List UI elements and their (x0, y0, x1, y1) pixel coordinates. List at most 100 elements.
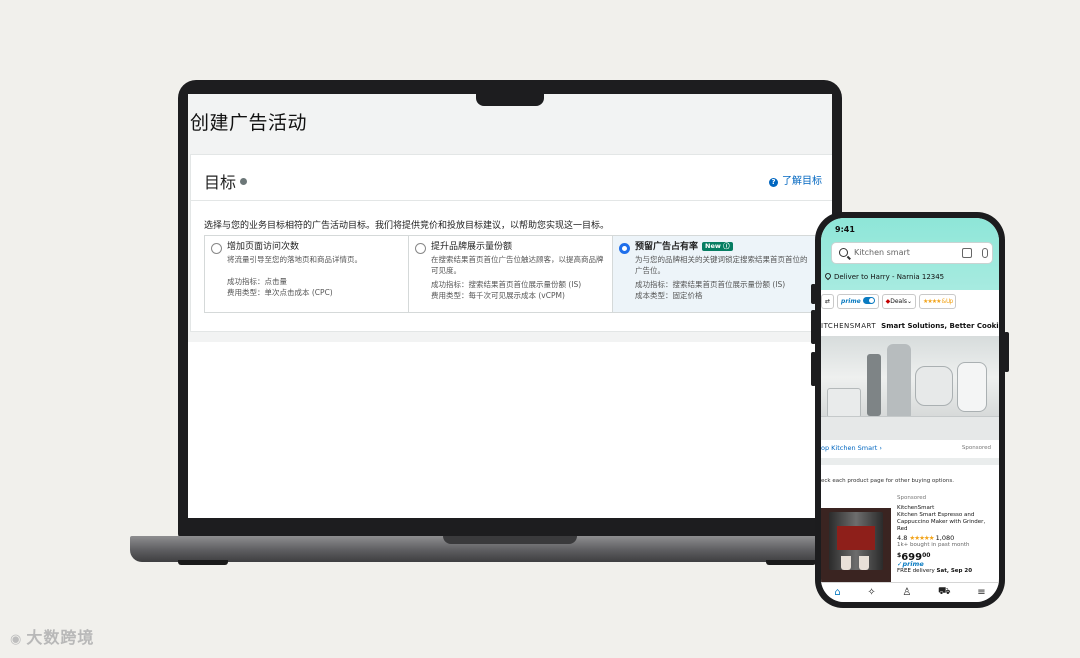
phone-volume-down (811, 310, 816, 344)
goal-option-reserve-share[interactable]: 预留广告占有率 New ⓘ 为与您的品牌相关的关键词锁定搜索结果首页首位的广告位。… (613, 236, 817, 312)
goal-option-impression-share[interactable]: 提升品牌展示量份额 在搜索结果首页首位广告位触达顾客，以提高商品牌可见度。 成功… (409, 236, 613, 312)
option-description: 将流量引导至您的落地页和商品详情页。 (227, 255, 362, 264)
option-title-row: 预留广告占有率 New ⓘ (635, 242, 811, 253)
goal-title-text: 目标 (204, 173, 237, 192)
microphone-icon[interactable] (982, 248, 988, 258)
phone-volume-up (811, 284, 816, 304)
laptop-notch (476, 80, 544, 106)
laptop-foot-left (178, 560, 228, 565)
status-time: 9:41 (835, 225, 855, 234)
search-input[interactable]: Kitchen smart (831, 242, 993, 264)
prime-badge: ✓prime (897, 561, 997, 568)
goal-option-page-visits[interactable]: 增加页面访问次数 将流量引导至您的落地页和商品详情页。 成功指标：点击量 费用类… (205, 236, 409, 312)
bottom-nav: ⌂ ✧ ♙ ⛟ ≡ (821, 582, 999, 602)
option-title: 预留广告占有率 (635, 242, 699, 252)
espresso-machine-front (837, 526, 875, 550)
cup-image (859, 556, 869, 570)
chevron-down-icon: ⌄ (907, 298, 913, 305)
cup-image (841, 556, 851, 570)
option-metric: 成功指标：搜索结果首页首位展示量份额 (IS) (635, 280, 786, 289)
product-brand: KitchenSmart (897, 505, 935, 511)
deliver-to[interactable]: Deliver to Harry - Narnia 12345 (823, 271, 945, 281)
product-rating: 4.8 ★★★★★ 1,080 (897, 535, 997, 542)
rating-chip[interactable]: ★★★★ & Up (919, 294, 957, 309)
goal-card: 目标 ? 了解目标 选择与您的业务目标相符的广告活动目标。我们将提供竞价和投放目标… (190, 154, 832, 332)
rating-stars: ★★★★★ (909, 534, 934, 542)
bought-count: 1k+ bought in past month (897, 542, 970, 548)
review-count: 1,080 (935, 534, 955, 542)
location-pin-icon (823, 271, 833, 281)
phone-side-button (811, 352, 816, 386)
buying-options-note: eck each product page for other buying o… (821, 478, 954, 484)
new-badge-label: New (705, 242, 721, 250)
rufus-icon[interactable]: ✧ (867, 587, 875, 598)
amazon-header: 9:41 Kitchen smart Deliver to Harry - Na… (821, 218, 999, 290)
option-cost: 成本类型：固定价格 (635, 291, 703, 300)
price-fraction: 00 (922, 552, 931, 559)
phone-power-button (1004, 332, 1009, 372)
deliver-text: Deliver to Harry - Narnia 12345 (834, 273, 945, 281)
product-sponsored: Sponsored (897, 495, 927, 501)
option-cost: 费用类型：每千次可见展示成本 (vCPM) (431, 291, 565, 300)
info-icon[interactable] (240, 178, 248, 185)
learn-goals-link[interactable]: ? 了解目标 (769, 172, 822, 187)
shop-brand-link[interactable]: op Kitchen Smart › (821, 444, 882, 452)
delivery-info: FREE delivery Sat, Sep 20 (897, 568, 997, 575)
brand-banner-image[interactable] (821, 336, 999, 440)
rating-chip-label: ★★★★ & Up (923, 298, 953, 305)
brand-banner-header: ITCHENSMART Smart Solutions, Better Cooki… (821, 322, 999, 330)
delivery-prefix: FREE delivery (897, 568, 935, 574)
delivery-date: Sat, Sep 20 (936, 568, 973, 574)
home-icon[interactable]: ⌂ (834, 587, 840, 598)
goal-card-header: 目标 ? 了解目标 (191, 155, 832, 201)
goal-options: 增加页面访问次数 将流量引导至您的落地页和商品详情页。 成功指标：点击量 费用类… (204, 235, 818, 313)
goal-description: 选择与您的业务目标相符的广告活动目标。我们将提供竞价和投放目标建议，以帮助您实现… (204, 221, 610, 231)
prime-badge-label: prime (902, 560, 924, 568)
stand-mixer-image (915, 366, 953, 406)
section-divider (821, 458, 999, 465)
account-icon[interactable]: ♙ (902, 587, 911, 598)
option-metric: 成功指标：点击量 (227, 277, 287, 286)
product-image[interactable] (821, 508, 891, 582)
watermark: ◉ 大数跨境 (10, 624, 94, 648)
prime-label: prime (841, 298, 861, 305)
camera-icon[interactable] (962, 248, 972, 258)
filter-icon-chip[interactable]: ⇄ (821, 294, 835, 309)
watermark-text: 大数跨境 (26, 628, 95, 647)
option-description: 为与您的品牌相关的关键词锁定搜索结果首页首位的广告位。 (635, 255, 808, 275)
radio-button[interactable] (211, 243, 222, 254)
sponsored-label: Sponsored (961, 445, 991, 451)
mixer-image (887, 344, 911, 418)
option-description: 在搜索结果首页首位广告位触达顾客，以提高商品牌可见度。 (431, 255, 604, 275)
cart-icon[interactable]: ⛟ (938, 586, 951, 599)
new-badge: New ⓘ (702, 242, 733, 251)
product-info[interactable]: Sponsored KitchenSmart Kitchen Smart Esp… (897, 495, 997, 575)
prime-toggle-chip[interactable]: prime (837, 294, 879, 309)
filter-chips: ⇄ prime ◆Deals⌄ ★★★★ & Up (821, 294, 999, 310)
countertop (821, 416, 999, 440)
brand-tagline: Smart Solutions, Better Cooking (881, 322, 999, 330)
phone-screen: 9:41 Kitchen smart Deliver to Harry - Na… (821, 218, 999, 602)
learn-goals-label: 了解目标 (782, 176, 822, 187)
option-metric: 成功指标：搜索结果首页首位展示量份额 (IS) (431, 280, 582, 289)
option-title: 提升品牌展示量份额 (431, 242, 513, 252)
search-text: Kitchen smart (854, 248, 910, 257)
menu-icon[interactable]: ≡ (977, 587, 985, 598)
search-icon (839, 248, 848, 257)
watermark-logo-icon: ◉ (10, 632, 23, 647)
toggle-icon (862, 297, 875, 304)
option-title: 增加页面访问次数 (227, 242, 300, 252)
deals-chip[interactable]: ◆Deals⌄ (881, 294, 917, 309)
blender-image (867, 354, 881, 416)
page-title: 创建广告活动 (190, 112, 308, 134)
toaster-image (827, 388, 861, 418)
phone: 9:41 Kitchen smart Deliver to Harry - Na… (811, 212, 1009, 608)
radio-button-selected[interactable] (619, 243, 630, 254)
help-icon: ? (769, 178, 778, 187)
radio-button[interactable] (415, 243, 426, 254)
option-cost: 费用类型：单次点击成本 (CPC) (227, 288, 333, 297)
laptop-base (130, 536, 890, 562)
product-name: Kitchen Smart Espresso and Cappuccino Ma… (897, 512, 986, 532)
laptop-trackpad-groove (443, 536, 577, 544)
laptop-foot-right (766, 560, 816, 565)
